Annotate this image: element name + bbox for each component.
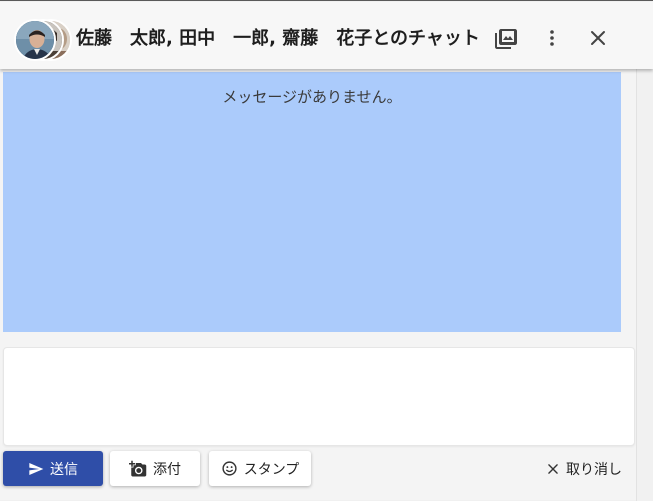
- cancel-label: 取り消し: [566, 461, 622, 478]
- participant-avatars[interactable]: [14, 19, 72, 61]
- more-vert-icon: [550, 30, 554, 46]
- close-icon: [548, 463, 558, 474]
- add-photo-icon: [129, 460, 147, 476]
- empty-messages-text: メッセージがありません。: [222, 88, 402, 106]
- avatar: [14, 19, 56, 61]
- smiley-icon: [222, 461, 237, 476]
- chat-header: 佐藤 太郎, 田中 一郎, 齋藤 花子とのチャット: [0, 2, 653, 69]
- more-options-button[interactable]: [540, 26, 564, 50]
- gallery-button[interactable]: [494, 26, 518, 50]
- stamp-button[interactable]: スタンプ: [209, 451, 311, 486]
- stamp-label: スタンプ: [243, 461, 300, 478]
- chat-title: 佐藤 太郎, 田中 一郎, 齋藤 花子とのチャット: [76, 28, 480, 49]
- attach-label: 添付: [153, 461, 181, 478]
- send-icon: [29, 462, 44, 475]
- close-icon: [591, 31, 605, 45]
- message-input[interactable]: [4, 348, 634, 445]
- chat-window: 佐藤 太郎, 田中 一郎, 齋藤 花子とのチャット メッセージがありません。 送…: [0, 0, 653, 501]
- attach-button[interactable]: 添付: [110, 451, 200, 486]
- message-list[interactable]: メッセージがありません。: [3, 72, 621, 332]
- message-input-box[interactable]: [3, 347, 635, 446]
- cancel-button[interactable]: 取り消し: [538, 451, 630, 486]
- close-button[interactable]: [586, 26, 610, 50]
- send-label: 送信: [50, 461, 78, 478]
- gallery-icon: [495, 29, 517, 49]
- send-button[interactable]: 送信: [3, 451, 103, 486]
- scrollbar[interactable]: [636, 69, 653, 501]
